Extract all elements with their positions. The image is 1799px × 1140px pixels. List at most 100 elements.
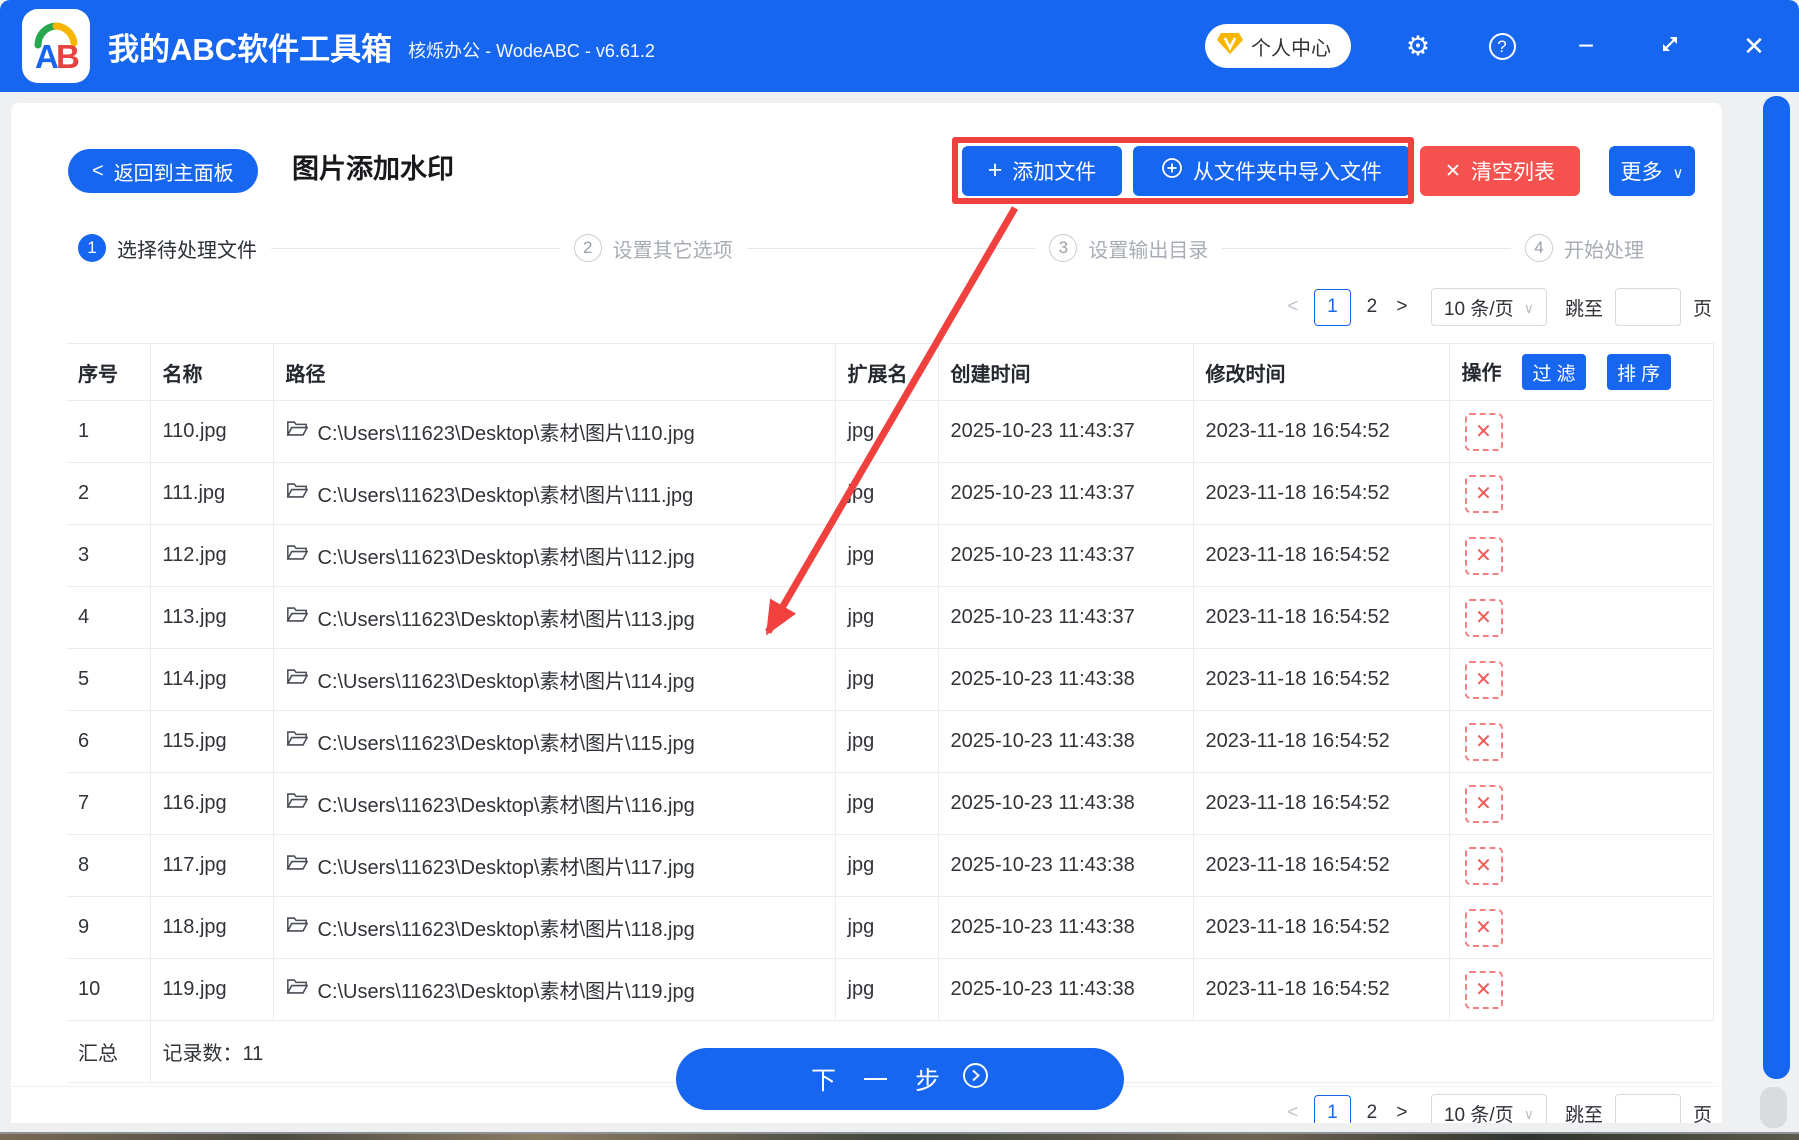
prev-page-button[interactable]: <	[1278, 296, 1308, 318]
folder-icon	[286, 543, 308, 568]
jump-to-label: 跳至	[1564, 1104, 1603, 1124]
back-to-main-button[interactable]: < 返回到主面板	[68, 149, 258, 193]
folder-icon	[286, 667, 308, 692]
add-files-label: 添加文件	[1012, 161, 1097, 184]
sort-button[interactable]: 排序	[1606, 354, 1671, 390]
chevron-down-icon: ∨	[1523, 1105, 1534, 1122]
page-1-button[interactable]: 1	[1313, 1094, 1351, 1123]
app-subtitle: 核烁办公 - WodeABC - v6.61.2	[408, 41, 655, 61]
folder-icon	[286, 729, 308, 754]
add-files-button[interactable]: + 添加文件	[962, 146, 1122, 196]
folder-icon	[286, 853, 308, 878]
col-created: 创建时间	[938, 343, 1194, 401]
chevron-left-icon: <	[92, 159, 104, 182]
title-bar: A B 我的ABC软件工具箱 核烁办公 - WodeABC - v6.61.2 …	[0, 0, 1799, 92]
next-step-button[interactable]: 下 一 步	[676, 1048, 1124, 1110]
col-path: 路径	[273, 343, 836, 401]
back-label: 返回到主面板	[113, 162, 234, 185]
vertical-scrollbar-thumb[interactable]	[1763, 96, 1790, 1079]
close-button[interactable]: ✕	[1737, 31, 1771, 62]
help-icon[interactable]: ?	[1485, 32, 1519, 60]
jump-to-page-input[interactable]	[1614, 288, 1681, 326]
delete-row-button[interactable]: ✕	[1464, 908, 1503, 947]
page-suffix-label: 页	[1692, 298, 1712, 320]
folder-icon	[286, 605, 308, 630]
app-title: 我的ABC软件工具箱	[108, 31, 393, 67]
page-2-button[interactable]: 2	[1357, 1095, 1387, 1123]
minimize-button[interactable]: −	[1569, 30, 1603, 62]
next-page-button[interactable]: >	[1387, 1102, 1417, 1123]
delete-row-button[interactable]: ✕	[1464, 784, 1503, 823]
delete-row-button[interactable]: ✕	[1464, 722, 1503, 761]
step-2-options: 2 设置其它选项	[573, 234, 733, 263]
clear-label: 清空列表	[1470, 161, 1555, 184]
more-label: 更多	[1620, 161, 1663, 184]
next-page-button[interactable]: >	[1387, 296, 1417, 318]
page-2-button[interactable]: 2	[1357, 289, 1387, 326]
table-row: 10 119.jpg C:\Users\11623\Desktop\素材\图片\…	[66, 958, 1714, 1021]
jump-to-page-input[interactable]	[1614, 1094, 1681, 1123]
svg-text:B: B	[56, 38, 80, 74]
clear-list-button[interactable]: ✕ 清空列表	[1420, 146, 1580, 196]
col-action: 操作 过滤 排序	[1449, 343, 1714, 401]
folder-icon	[286, 419, 308, 444]
delete-row-button[interactable]: ✕	[1464, 474, 1503, 513]
maximize-button[interactable]	[1653, 31, 1687, 62]
folder-icon	[286, 915, 308, 940]
file-table: 序号 名称 路径 扩展名 创建时间 修改时间 操作 过滤 排序 1 110.jp…	[66, 343, 1714, 1083]
app-window: A B 我的ABC软件工具箱 核烁办公 - WodeABC - v6.61.2 …	[0, 0, 1799, 1140]
desktop-wallpaper-strip	[0, 1132, 1799, 1140]
prev-page-button[interactable]: <	[1278, 1102, 1308, 1123]
table-row: 4 113.jpg C:\Users\11623\Desktop\素材\图片\1…	[66, 586, 1714, 649]
plus-icon: +	[987, 155, 1003, 184]
folder-icon	[286, 791, 308, 816]
table-row: 1 110.jpg C:\Users\11623\Desktop\素材\图片\1…	[66, 400, 1714, 463]
step-3-output-dir: 3 设置输出目录	[1049, 234, 1208, 263]
step-1-select-files: 1 选择待处理文件	[78, 234, 257, 263]
step-connector	[746, 247, 1036, 249]
table-row: 7 116.jpg C:\Users\11623\Desktop\素材\图片\1…	[66, 772, 1714, 835]
step-wizard: 1 选择待处理文件 2 设置其它选项 3 设置输出目录 4 开始处理	[78, 234, 1644, 262]
app-logo-icon: A B	[22, 9, 90, 83]
delete-row-button[interactable]: ✕	[1464, 536, 1503, 575]
jump-to-label: 跳至	[1564, 298, 1603, 320]
table-header-row: 序号 名称 路径 扩展名 创建时间 修改时间 操作 过滤 排序	[66, 343, 1714, 401]
user-center-label: 个人中心	[1251, 37, 1331, 60]
main-panel: < 返回到主面板 图片添加水印 + 添加文件 从文件夹中导入文件 ✕ 清空列表 …	[11, 103, 1722, 1123]
chevron-down-icon: ∨	[1672, 164, 1684, 182]
delete-row-button[interactable]: ✕	[1464, 412, 1503, 451]
chevron-down-icon: ∨	[1523, 299, 1534, 316]
page-size-select[interactable]: 10 条/页 ∨	[1430, 1094, 1547, 1123]
page-title: 图片添加水印	[292, 154, 454, 184]
delete-row-button[interactable]: ✕	[1464, 598, 1503, 637]
pagination-bottom: < 1 2 > 10 条/页 ∨ 跳至 页	[1278, 1094, 1712, 1123]
clear-x-icon: ✕	[1445, 160, 1461, 182]
user-center-button[interactable]: 个人中心	[1205, 24, 1351, 68]
settings-gear-icon[interactable]: ⚙	[1401, 31, 1435, 62]
delete-row-button[interactable]: ✕	[1464, 846, 1503, 885]
delete-row-button[interactable]: ✕	[1464, 970, 1503, 1009]
col-ext: 扩展名	[835, 343, 939, 401]
import-from-folder-button[interactable]: 从文件夹中导入文件	[1133, 146, 1410, 196]
filter-button[interactable]: 过滤	[1522, 354, 1587, 390]
step-connector	[1222, 247, 1512, 249]
table-row: 2 111.jpg C:\Users\11623\Desktop\素材\图片\1…	[66, 462, 1714, 525]
page-1-button[interactable]: 1	[1313, 288, 1351, 326]
page-size-select[interactable]: 10 条/页 ∨	[1430, 288, 1547, 326]
folder-icon	[286, 977, 308, 1002]
table-row: 5 114.jpg C:\Users\11623\Desktop\素材\图片\1…	[66, 648, 1714, 711]
step-connector	[271, 247, 560, 249]
page-suffix-label: 页	[1692, 1104, 1712, 1124]
step-4-start: 4 开始处理	[1525, 234, 1644, 263]
circled-arrow-right-icon	[962, 1062, 989, 1096]
circled-plus-icon	[1161, 157, 1183, 185]
table-row: 9 118.jpg C:\Users\11623\Desktop\素材\图片\1…	[66, 896, 1714, 959]
col-index: 序号	[66, 343, 151, 401]
more-button[interactable]: 更多 ∨	[1609, 146, 1695, 196]
vertical-scrollbar-track-end	[1760, 1087, 1787, 1128]
vip-gem-icon	[1217, 32, 1243, 61]
summary-label: 汇总	[66, 1020, 151, 1083]
delete-row-button[interactable]: ✕	[1464, 660, 1503, 699]
table-row: 6 115.jpg C:\Users\11623\Desktop\素材\图片\1…	[66, 710, 1714, 773]
col-name: 名称	[150, 343, 274, 401]
